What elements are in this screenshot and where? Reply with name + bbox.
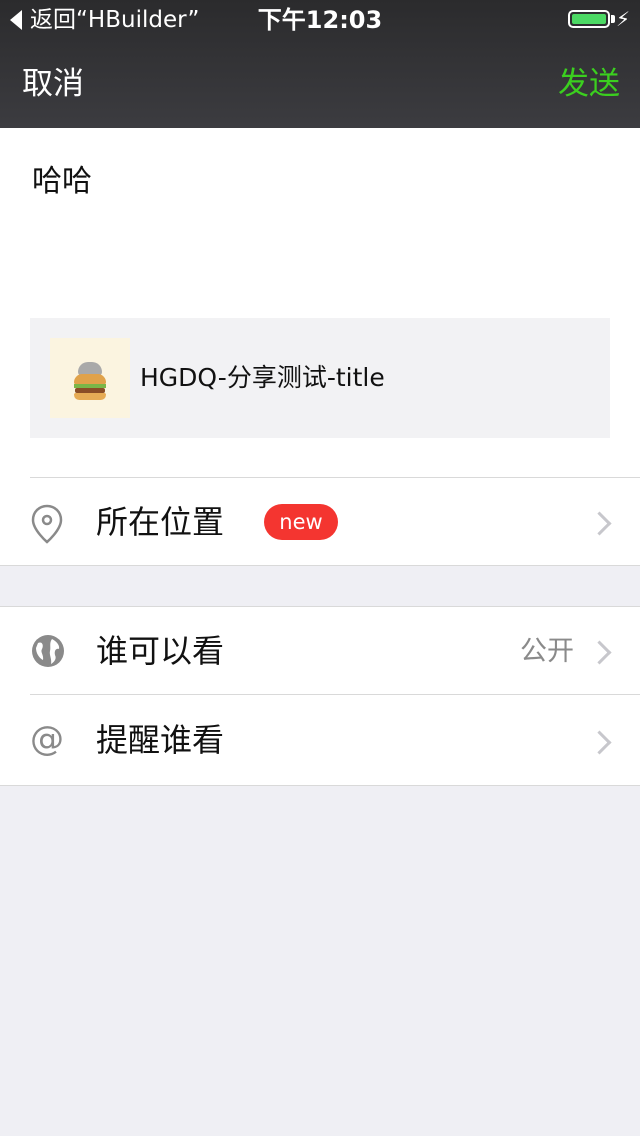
location-pin-icon [31, 504, 63, 544]
location-label: 所在位置 [96, 503, 225, 541]
mention-row[interactable]: @ 提醒谁看 [0, 695, 640, 785]
globe-icon [32, 635, 64, 667]
top-bar: 返回“HBuilder” 下午12:03 ⚡ 取消 发送 [0, 0, 640, 128]
post-text-input[interactable]: 哈哈 [32, 162, 92, 202]
status-time: 下午12:03 [257, 6, 383, 34]
who-can-see-label: 谁可以看 [96, 632, 225, 670]
nav-bar: 取消 发送 [0, 40, 640, 128]
chevron-right-icon [587, 511, 612, 536]
mention-label: 提醒谁看 [96, 721, 225, 759]
cancel-button[interactable]: 取消 [22, 64, 84, 104]
visibility-value: 公开 [520, 636, 574, 667]
location-row[interactable]: 所在位置 new [0, 478, 640, 566]
at-icon: @ [30, 719, 64, 759]
privacy-section: 谁可以看 公开 @ 提醒谁看 [0, 606, 640, 786]
battery-full-icon [568, 10, 610, 28]
chevron-right-icon [587, 730, 612, 755]
who-can-see-row[interactable]: 谁可以看 公开 [0, 607, 640, 694]
new-badge: new [264, 504, 338, 540]
share-card[interactable]: HGDQ-分享测试-title [30, 318, 610, 438]
chevron-right-icon [587, 640, 612, 665]
bolt-icon: ⚡ [615, 7, 630, 31]
send-button[interactable]: 发送 [558, 64, 620, 104]
status-bar: 返回“HBuilder” 下午12:03 ⚡ [0, 0, 640, 40]
share-card-title: HGDQ-分享测试-title [140, 363, 385, 392]
burger-cat-image [50, 338, 130, 418]
